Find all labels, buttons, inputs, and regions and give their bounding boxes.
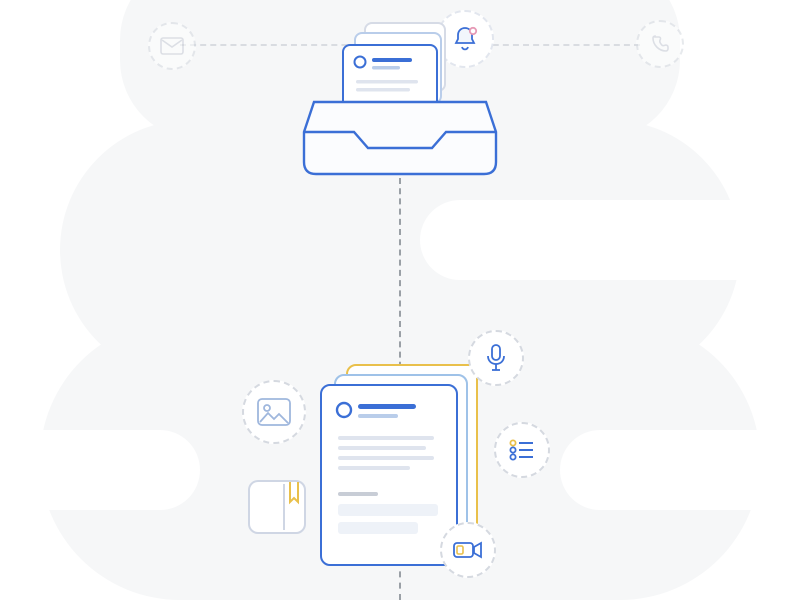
document-layer-front	[320, 384, 458, 566]
illustration-stage	[0, 0, 800, 600]
connector-vertical-bottom	[399, 560, 401, 600]
inbox-group	[300, 22, 500, 172]
connector-vertical	[399, 178, 401, 378]
bookmark-book-icon	[248, 480, 306, 534]
bg-blob	[420, 200, 780, 280]
phone-icon	[636, 20, 684, 68]
microphone-icon	[468, 330, 524, 386]
picture-icon	[242, 380, 306, 444]
bg-blob	[0, 430, 200, 510]
envelope-icon	[148, 22, 196, 70]
bg-blob	[560, 430, 800, 510]
list-options-icon	[494, 422, 550, 478]
video-camera-icon	[440, 522, 496, 578]
inbox-tray-icon	[300, 100, 500, 178]
